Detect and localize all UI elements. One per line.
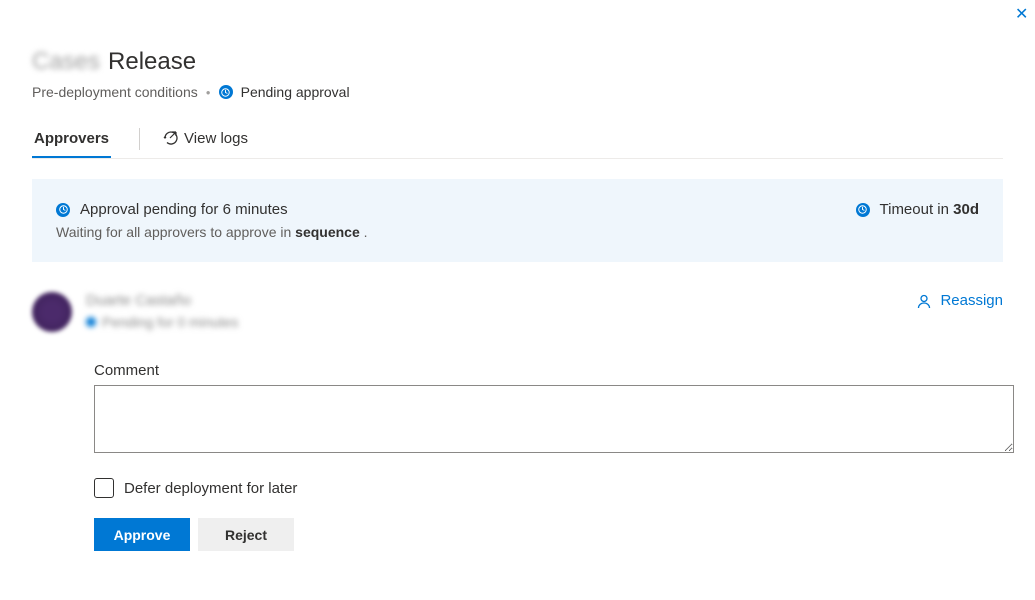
person-icon (916, 293, 932, 309)
breadcrumb: Pre-deployment conditions ● Pending appr… (32, 84, 1003, 100)
approve-button[interactable]: Approve (94, 518, 190, 551)
header: Cases Release Pre-deployment conditions … (32, 0, 1003, 100)
close-button[interactable] (1011, 6, 1029, 24)
reject-button[interactable]: Reject (198, 518, 294, 551)
reassign-button[interactable]: Reassign (916, 292, 1003, 309)
approval-form: Comment Defer deployment for later Appro… (94, 362, 1003, 551)
breadcrumb-item: Pre-deployment conditions (32, 84, 198, 100)
defer-label[interactable]: Defer deployment for later (124, 480, 297, 497)
tab-view-logs[interactable]: View logs (160, 130, 250, 157)
tab-divider (139, 128, 140, 150)
defer-checkbox[interactable] (94, 478, 114, 498)
timeout-prefix: Timeout in (880, 201, 954, 218)
approver-status-blurred: Pending for 0 minutes (86, 314, 238, 331)
banner-title-prefix: Approval pending for (80, 201, 223, 218)
approver-name-blurred: Duarte Castaño (86, 292, 238, 310)
banner-sub-suffix: . (360, 224, 368, 240)
pending-banner: Approval pending for 6 minutes Waiting f… (32, 179, 1003, 262)
clock-icon (219, 85, 233, 99)
approver-row: Duarte Castaño Pending for 0 minutes Rea… (32, 292, 1003, 332)
comment-label: Comment (94, 362, 1003, 379)
breadcrumb-separator: ● (206, 88, 211, 97)
open-icon (162, 130, 178, 146)
reassign-label: Reassign (940, 292, 1003, 309)
timeout-text: Timeout in 30d (880, 201, 980, 218)
tab-view-logs-label: View logs (184, 130, 248, 147)
comment-input[interactable] (94, 385, 1014, 453)
banner-subtitle: Waiting for all approvers to approve in … (56, 224, 368, 240)
tab-approvers[interactable]: Approvers (32, 130, 111, 157)
status-dot-icon (86, 317, 96, 327)
clock-icon (856, 203, 870, 217)
clock-icon (56, 203, 70, 217)
banner-sub-bold: sequence (295, 224, 360, 240)
avatar (32, 292, 72, 332)
tabs: Approvers View logs (32, 128, 1003, 159)
banner-sub-prefix: Waiting for all approvers to approve in (56, 224, 295, 240)
approver-status-text: Pending for 0 minutes (102, 314, 238, 331)
timeout-value: 30d (953, 201, 979, 218)
banner-duration: 6 minutes (223, 201, 288, 218)
banner-title: Approval pending for 6 minutes (80, 201, 288, 218)
breadcrumb-status: Pending approval (241, 84, 350, 100)
title-prefix-blurred: Cases (32, 48, 100, 76)
page-title: Release (108, 48, 196, 76)
